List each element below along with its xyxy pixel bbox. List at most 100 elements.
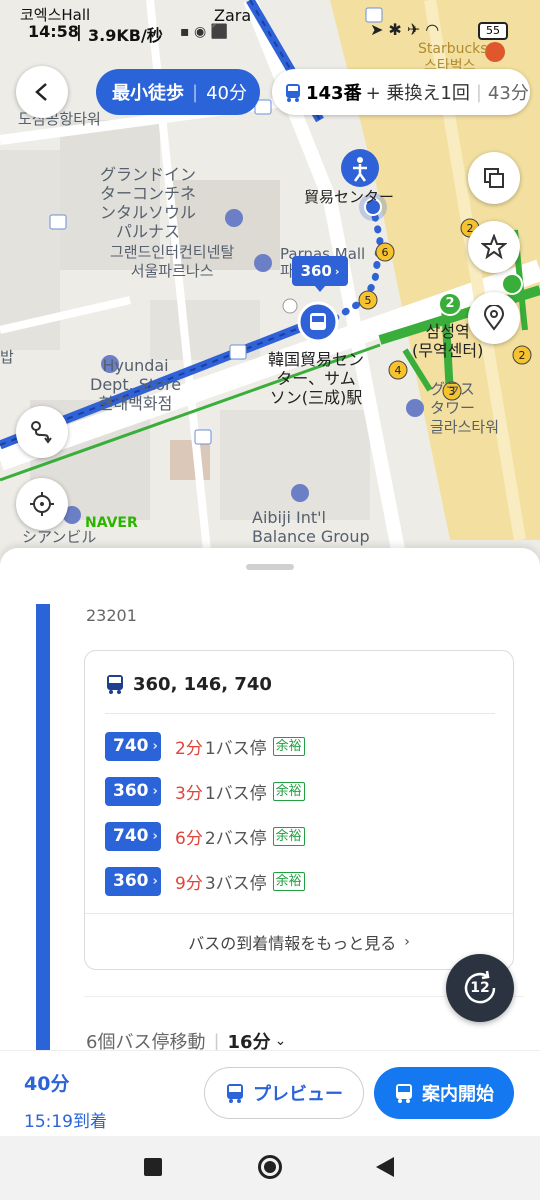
route-mode-label: 最小徒歩 [112, 83, 184, 104]
preview-button[interactable]: プレビュー [204, 1067, 364, 1119]
bus-number-bubble[interactable]: 360 › [292, 256, 348, 286]
map-label-trade-center: 貿易センター [304, 188, 395, 206]
back-nav-button[interactable] [376, 1157, 394, 1177]
bus-number-label: 360 [300, 262, 332, 280]
arrival-row[interactable]: 740 › 2分 1バス停 余裕 [105, 731, 305, 761]
bus-badge-number: 360 [113, 871, 149, 891]
arrival-stops: 3バス停 [204, 873, 267, 894]
bus-icon [286, 84, 300, 102]
home-dot-icon [264, 1161, 276, 1173]
status-zara: Zara [214, 6, 252, 25]
back-button[interactable] [16, 66, 68, 118]
bubble-pointer [314, 285, 326, 292]
card-divider [85, 913, 513, 914]
chevron-left-icon [35, 83, 47, 101]
battery-level: 55 [486, 24, 500, 37]
map-label-bus-stop: 韓国貿易セン ター、サム ソン(三成)駅 [268, 350, 365, 407]
start-navigation-button[interactable]: 案内開始 [374, 1067, 514, 1119]
bus-badge-number: 740 [113, 826, 149, 846]
exit-6: 6 [381, 246, 389, 259]
bus-badge-number: 360 [113, 781, 149, 801]
chevron-right-icon: › [152, 828, 158, 844]
arrival-time: 15:19到着 [24, 1112, 107, 1132]
map-label-hyundai: Hyundai Dept. Store 현대백화점 [90, 356, 182, 413]
alt-divider: | [475, 81, 482, 103]
preview-label: プレビュー [253, 1084, 343, 1105]
bus-badge[interactable]: 360 › [105, 776, 161, 806]
arrival-minutes: 6分 [175, 828, 203, 849]
exit-4: 4 [394, 364, 402, 377]
app-icons: ▪ ◉ ⬛ [180, 24, 229, 40]
bottom-action-bar: 40分 15:19到着 プレビュー 案内開始 [0, 1050, 540, 1136]
arrival-minutes: 2分 [175, 738, 203, 759]
status-separator: | [76, 22, 82, 41]
arrival-minutes: 3分 [175, 783, 203, 804]
route-icon [31, 421, 52, 444]
more-arrivals-label: バスの到着情報をもっと見る [188, 934, 397, 953]
status-bar: 코엑스Hall 14:58 | 3.9KB/秒 Zara ▪ ◉ ⬛ ➤✱✈◠ … [0, 0, 540, 60]
crosshair-icon [30, 492, 54, 516]
crowd-status: 余裕 [272, 871, 305, 891]
crowd-status: 余裕 [272, 736, 305, 756]
status-time: 14:58 [28, 22, 79, 41]
chevron-right-icon: › [152, 738, 158, 754]
line2-badge: 2 [445, 296, 455, 311]
chevron-down-icon: ⌄ [274, 1033, 287, 1049]
total-time: 40分 [24, 1073, 70, 1095]
bus-icon [107, 675, 123, 694]
exit-2b: 2 [518, 349, 526, 362]
sheet-drag-handle[interactable] [246, 564, 294, 570]
alt-bus-number: 143番 [306, 83, 362, 104]
exit-5: 5 [364, 294, 372, 307]
bus-icon [396, 1084, 412, 1103]
more-arrivals-link[interactable]: バスの到着情報をもっと見る › [85, 915, 513, 969]
route-overview-button[interactable] [16, 406, 68, 458]
route-mode-time: 40分 [206, 83, 247, 104]
arrival-stops: 2バス停 [204, 828, 267, 849]
arrival-stops: 1バス停 [204, 783, 267, 804]
chevron-right-icon: › [152, 783, 158, 799]
chevron-right-icon: › [334, 264, 340, 278]
bus-badge[interactable]: 360 › [105, 866, 161, 896]
layers-button[interactable] [468, 152, 520, 204]
layers-icon [484, 168, 504, 188]
arrival-row[interactable]: 360 › 9分 3バス停 余裕 [105, 866, 305, 896]
system-nav-bar [0, 1136, 540, 1200]
alt-transfer: + 乗換え1回 [365, 83, 470, 104]
bus-icon [227, 1084, 243, 1103]
route-line-bar [36, 604, 50, 1104]
route-option-bus-143[interactable]: 143番 + 乗換え1回 | 43分 [272, 69, 530, 115]
route-divider: | [192, 81, 199, 103]
exit-3: 3 [448, 385, 456, 398]
chevron-right-icon: › [404, 934, 410, 950]
map-label-sian: シアンビル [22, 528, 97, 546]
refresh-timer-button[interactable]: 12 [446, 954, 514, 1022]
card-header: 360, 146, 740 [105, 673, 272, 695]
map-label-glass-tower: グラス タワー 글라스타워 [430, 380, 500, 436]
home-button[interactable] [258, 1155, 282, 1179]
routes-title: 360, 146, 740 [133, 673, 272, 695]
favorite-button[interactable] [468, 221, 520, 273]
start-label: 案内開始 [422, 1084, 494, 1105]
map-label-intercontinental: グランドイン ターコンチネ ンタルソウル パルナス [100, 165, 197, 241]
bus-badge[interactable]: 740 › [105, 821, 161, 851]
move-divider: | [213, 1030, 220, 1052]
map-pin-icon [483, 305, 505, 331]
star-icon [481, 234, 507, 260]
map-label-aibiji: Aibiji Int'l Balance Group [252, 508, 370, 546]
my-location-button[interactable] [16, 478, 68, 530]
map-label-bap: 밥 [0, 348, 14, 366]
card-divider [105, 713, 495, 714]
chevron-right-icon: › [152, 873, 158, 889]
battery-icon: 55 [478, 22, 508, 40]
bus-arrival-card: 360, 146, 740 740 › 2分 1バス停 余裕 360 › 3分 1バ… [84, 650, 514, 970]
alt-time: 43分 [487, 83, 529, 104]
place-button[interactable] [468, 292, 520, 344]
recents-button[interactable] [144, 1158, 162, 1176]
route-option-min-walk[interactable]: 最小徒歩 | 40分 [96, 69, 260, 115]
map-label-intercontinental-ko: 그랜드인터컨티넨탈 서울파르나스 [110, 243, 235, 280]
arrival-row[interactable]: 740 › 6分 2バス停 余裕 [105, 821, 305, 851]
arrival-row[interactable]: 360 › 3分 1バス停 余裕 [105, 776, 305, 806]
bus-badge[interactable]: 740 › [105, 731, 161, 761]
stop-id: 23201 [86, 606, 137, 625]
